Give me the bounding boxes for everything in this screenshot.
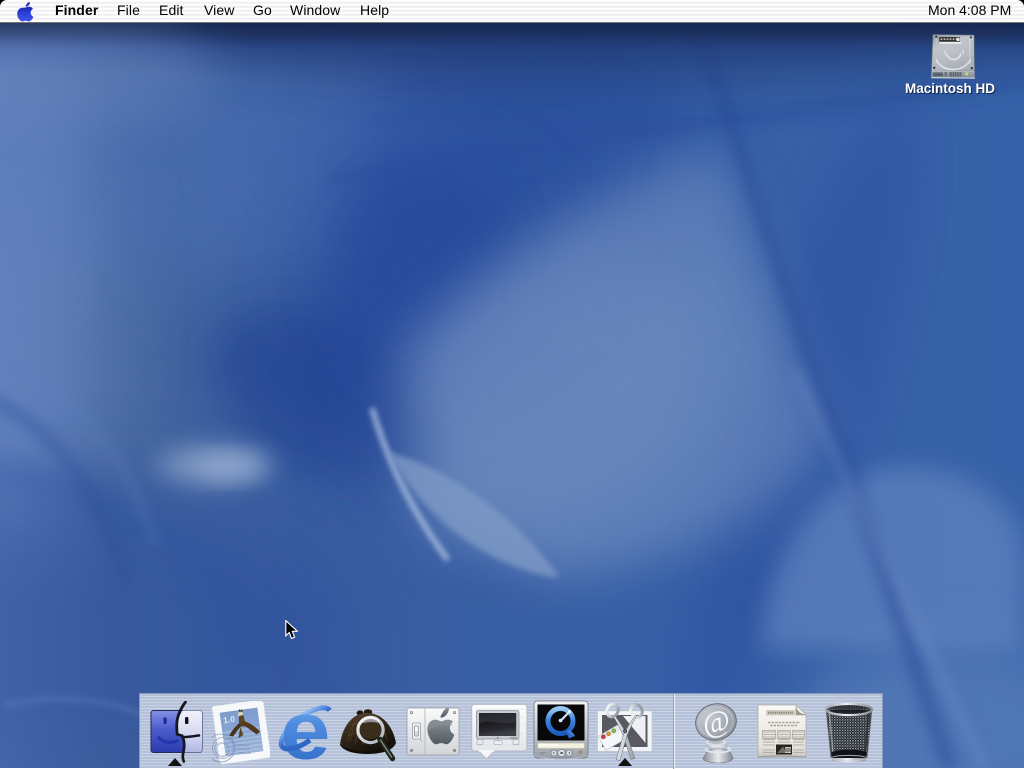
svg-text:1.0: 1.0 bbox=[222, 714, 235, 726]
svg-text:e: e bbox=[280, 701, 330, 763]
svg-text:Macintosh HD: Macintosh HD bbox=[905, 81, 995, 96]
